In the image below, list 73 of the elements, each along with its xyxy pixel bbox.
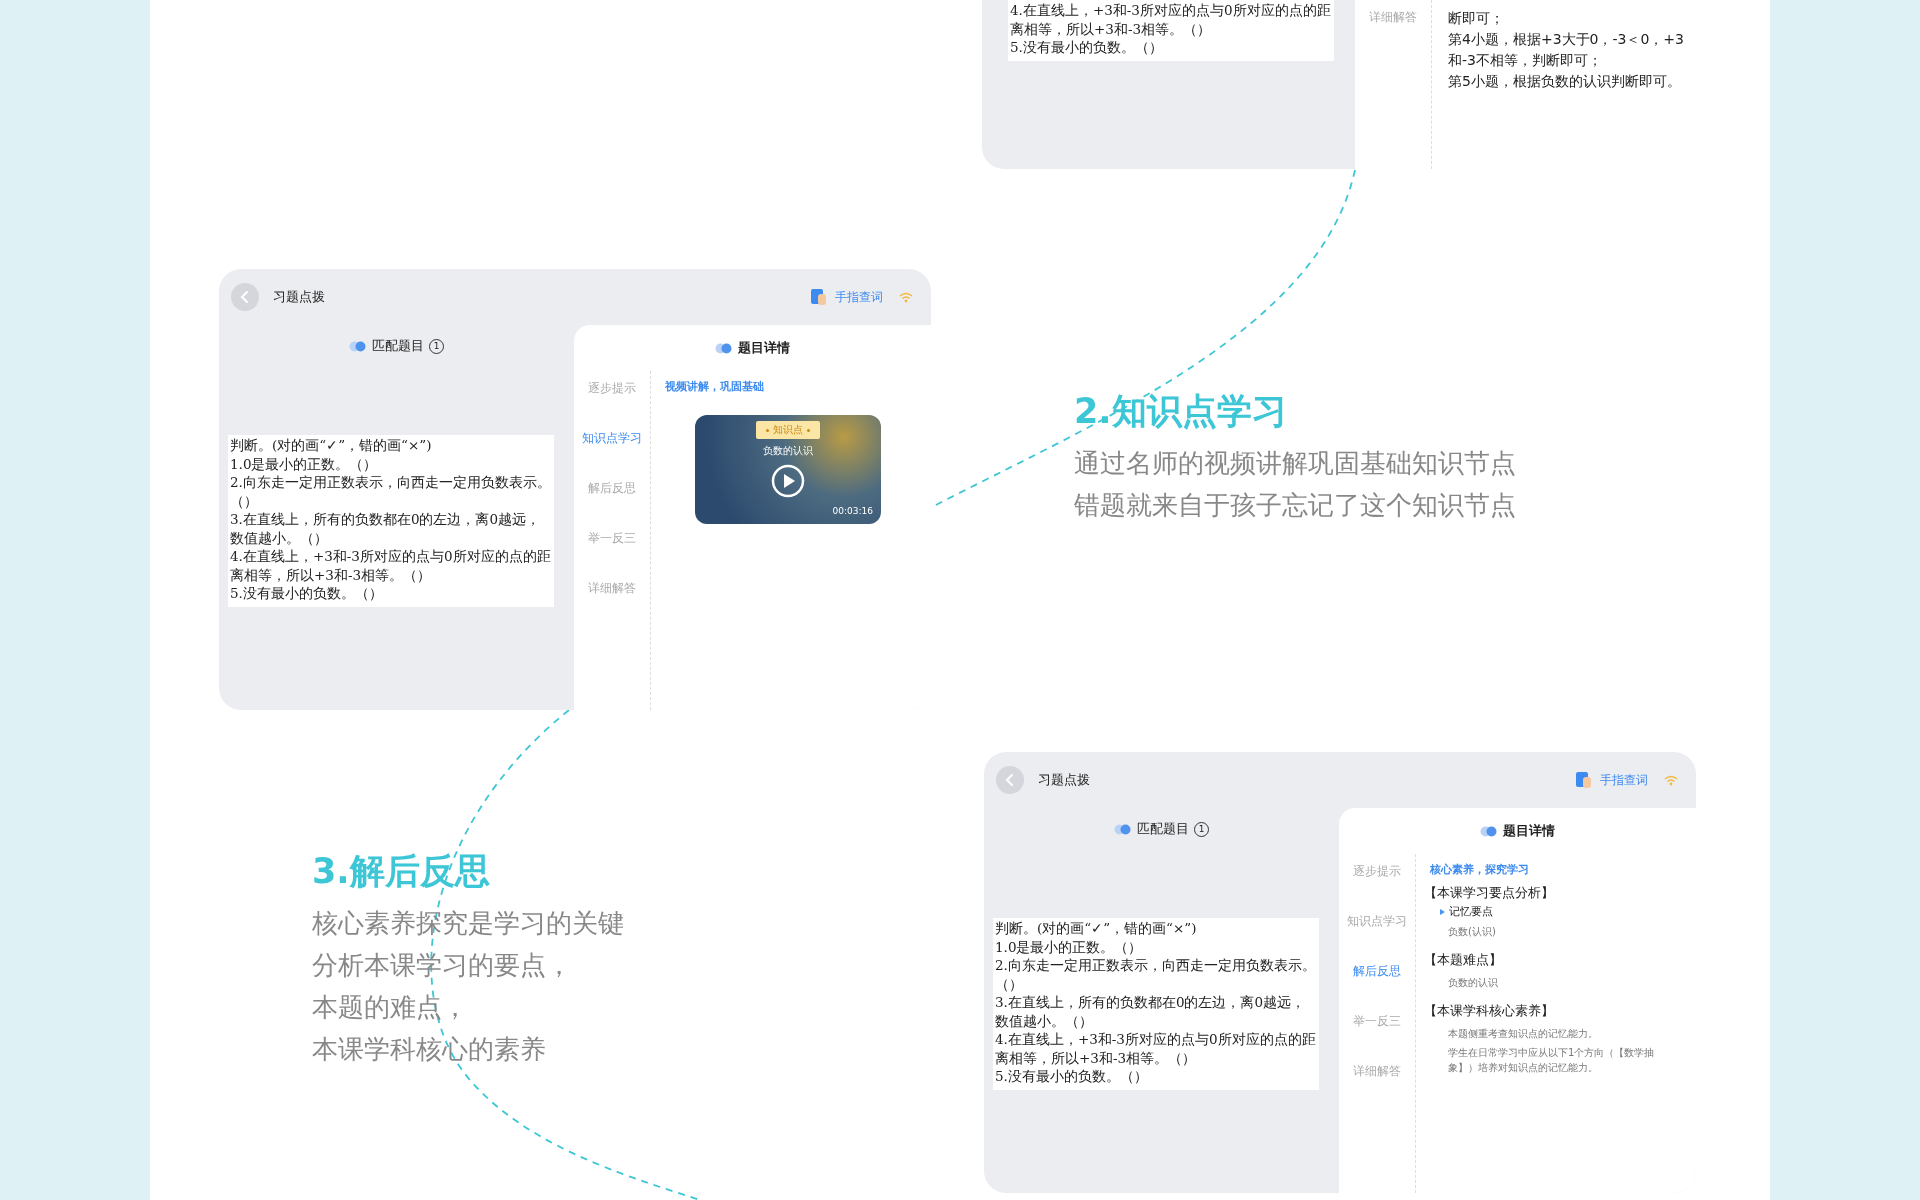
screen-title: 习题点拨 [1038, 771, 1090, 789]
note-text: 本题侧重考查知识点的记忆能力。 [1448, 1027, 1599, 1041]
nav-tab[interactable]: 逐步提示 [574, 379, 650, 397]
section-text: 本题的难点， [312, 991, 469, 1024]
match-title: 匹配题目 [372, 337, 424, 355]
match-title: 匹配题目 [1137, 820, 1189, 838]
section-text: 本课学科核心的素养 [312, 1033, 547, 1066]
question-line: 1.0是最小的正数。（） [995, 937, 1144, 956]
question-line: 判断。(对的画“✓”，错的画“×”) [230, 436, 433, 455]
detail-title: 题目详情 [738, 339, 790, 357]
wifi-icon [1664, 774, 1678, 786]
play-icon[interactable] [771, 464, 805, 498]
nav-tab[interactable]: 详细解答 [1339, 1062, 1415, 1080]
video-card[interactable]: 知识点 负数的认识 00:03:16 [695, 415, 881, 524]
analysis-title: 【本题难点】 [1424, 951, 1503, 969]
section-title: 3.解后反思 [312, 850, 491, 893]
nav-tab[interactable]: 详细解答 [1355, 8, 1431, 26]
question-line: 4.在直线上，+3和-3所对应的点与0所对应的点的距离相等，所以+3和-3相等。（） [995, 1030, 1317, 1067]
chevron-icon[interactable] [1005, 773, 1015, 787]
question-line: 5.没有最小的负数。（） [995, 1067, 1149, 1086]
back-button[interactable] [996, 766, 1024, 794]
ribbon-tag: 知识点 [756, 421, 820, 439]
lookup-link[interactable]: 手指查词 [1600, 771, 1648, 789]
nav-tab[interactable]: 详细解答 [574, 579, 650, 597]
bullet-text: 记忆要点 [1449, 904, 1493, 920]
section-title: 2.知识点学习 [1074, 390, 1288, 433]
video-title: 负数的认识 [763, 444, 813, 458]
note-text: 负数的认识 [1448, 976, 1499, 990]
back-button[interactable] [231, 283, 259, 311]
answer-line: 第4小题，根据+3大于0，-3＜0，+3 [1448, 30, 1684, 49]
toggle-icon [349, 340, 367, 352]
nav-tab[interactable]: 逐步提示 [1339, 862, 1415, 880]
question-line: 4.在直线上，+3和-3所对应的点与0所对应的点的距离相等，所以+3和-3相等。（） [230, 547, 552, 584]
question-line: 4.在直线上，+3和-3所对应的点与0所对应的点的距离相等，所以+3和-3相等。（） [1010, 1, 1332, 38]
finger-card-icon[interactable] [811, 288, 827, 306]
question-line: 5.没有最小的负数。（） [230, 584, 384, 603]
answer-line: 断即可； [1448, 9, 1505, 28]
answer-line: 和-3不相等，判断即可； [1448, 51, 1603, 70]
wifi-icon [899, 291, 913, 303]
question-line: 2.向东走一定用正数表示，向西走一定用负数表示。（） [995, 956, 1317, 993]
question-line: 2.向东走一定用正数表示，向西走一定用负数表示。（） [230, 473, 552, 510]
analysis-title: 【本课学科核心素养】 [1424, 1002, 1555, 1020]
detail-title: 题目详情 [1503, 822, 1555, 840]
nav-tab[interactable]: 知识点学习 [574, 429, 650, 447]
section-text: 通过名师的视频讲解巩固基础知识节点 [1074, 447, 1516, 480]
lookup-link[interactable]: 手指查词 [835, 288, 883, 306]
question-line: 1.0是最小的正数。（） [230, 454, 379, 473]
toggle-icon [1480, 825, 1498, 837]
screen-title: 习题点拨 [273, 288, 325, 306]
video-duration: 00:03:16 [832, 506, 873, 516]
toggle-icon [715, 342, 733, 354]
nav-tab[interactable]: 举一反三 [574, 529, 650, 547]
toggle-icon [1114, 823, 1132, 835]
question-line: 判断。(对的画“✓”，错的画“×”) [995, 919, 1198, 938]
section-text: 分析本课学习的要点， [312, 949, 573, 982]
nav-tab[interactable]: 解后反思 [1339, 962, 1415, 980]
nav-tab[interactable]: 知识点学习 [1339, 912, 1415, 930]
content-heading: 视频讲解，巩固基础 [665, 379, 765, 395]
note-text: 负数(认识) [1448, 925, 1497, 939]
content-heading: 核心素养，探究学习 [1430, 862, 1530, 878]
section-text: 错题就来自于孩子忘记了这个知识节点 [1074, 489, 1516, 522]
answer-line: 第5小题，根据负数的认识判断即可。 [1448, 72, 1682, 91]
chevron-icon[interactable] [240, 290, 250, 304]
section-text: 核心素养探究是学习的关键 [312, 907, 624, 940]
bullet-icon [1440, 909, 1445, 915]
analysis-title: 【本课学习要点分析】 [1424, 884, 1555, 902]
nav-tab[interactable]: 举一反三 [1339, 1012, 1415, 1030]
finger-card-icon[interactable] [1576, 771, 1592, 789]
note-text: 学生在日常学习中应从以下1个方向（【数学抽象】）培养对知识点的记忆能力。 [1448, 1046, 1656, 1075]
question-line: 3.在直线上，所有的负数都在0的左边，离0越远，数值越小。（） [230, 510, 542, 547]
nav-tab[interactable]: 解后反思 [574, 479, 650, 497]
question-line: 5.没有最小的负数。（） [1010, 38, 1164, 57]
question-line: 3.在直线上，所有的负数都在0的左边，离0越远，数值越小。（） [995, 993, 1307, 1030]
